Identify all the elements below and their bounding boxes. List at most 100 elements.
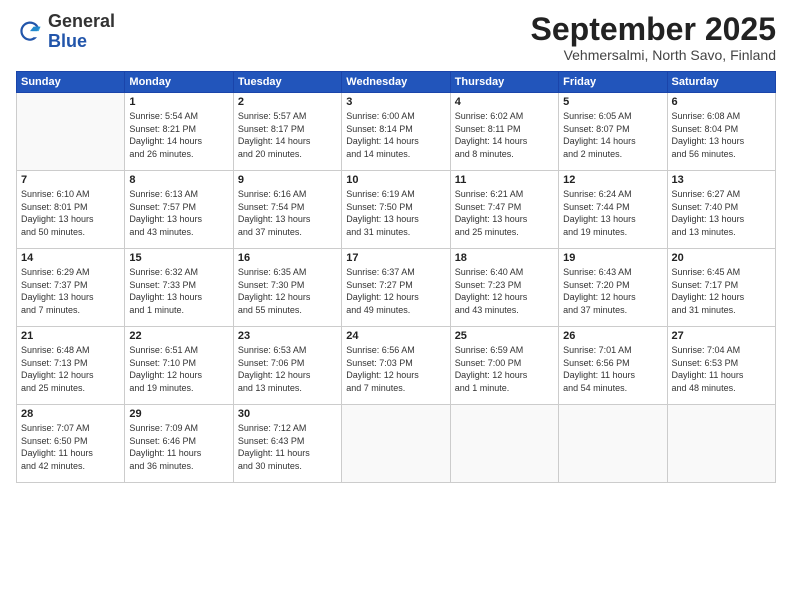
day-number: 28 <box>21 408 120 420</box>
day-number: 4 <box>455 96 554 108</box>
day-info: Sunrise: 5:57 AM Sunset: 8:17 PM Dayligh… <box>238 110 337 160</box>
day-number: 2 <box>238 96 337 108</box>
day-number: 26 <box>563 330 662 342</box>
day-info: Sunrise: 6:19 AM Sunset: 7:50 PM Dayligh… <box>346 188 445 238</box>
title-block: September 2025 Vehmersalmi, North Savo, … <box>531 12 776 63</box>
calendar-cell: 5Sunrise: 6:05 AM Sunset: 8:07 PM Daylig… <box>559 93 667 171</box>
month-title: September 2025 <box>531 12 776 47</box>
header-friday: Friday <box>559 72 667 93</box>
day-number: 30 <box>238 408 337 420</box>
header-monday: Monday <box>125 72 233 93</box>
day-number: 17 <box>346 252 445 264</box>
day-number: 7 <box>21 174 120 186</box>
calendar-cell: 29 Sunrise: 7:09 AM Sunset: 6:46 PM Dayli… <box>125 405 233 483</box>
day-number: 15 <box>129 252 228 264</box>
day-number: 21 <box>21 330 120 342</box>
day-number: 12 <box>563 174 662 186</box>
day-number: 13 <box>672 174 771 186</box>
header-saturday: Saturday <box>667 72 775 93</box>
calendar-cell: 1 Sunrise: 5:54 AM Sunset: 8:21 PM Daylig… <box>125 93 233 171</box>
day-info: Sunrise: 6:08 AM Sunset: 8:04 PM Dayligh… <box>672 110 771 160</box>
day-info: Sunrise: 6:48 AM Sunset: 7:13 PM Dayligh… <box>21 344 120 394</box>
day-number: 5 <box>563 96 662 108</box>
day-number: 22 <box>129 330 228 342</box>
calendar-cell: 2 Sunrise: 5:57 AM Sunset: 8:17 PM Daylig… <box>233 93 341 171</box>
day-info: Sunrise: 6:13 AM Sunset: 7:57 PM Dayligh… <box>129 188 228 238</box>
day-info: Sunrise: 6:56 AM Sunset: 7:03 PM Dayligh… <box>346 344 445 394</box>
calendar-cell: 12 Sunrise: 6:24 AM Sunset: 7:44 PM Dayli… <box>559 171 667 249</box>
day-info: Sunrise: 6:59 AM Sunset: 7:00 PM Dayligh… <box>455 344 554 394</box>
day-number: 11 <box>455 174 554 186</box>
day-info: Sunrise: 5:54 AM Sunset: 8:21 PM Dayligh… <box>129 110 228 160</box>
calendar-cell: 16Sunrise: 6:35 AM Sunset: 7:30 PM Dayli… <box>233 249 341 327</box>
calendar-cell: 19 Sunrise: 6:43 AM Sunset: 7:20 PM Dayli… <box>559 249 667 327</box>
logo-icon <box>16 18 44 46</box>
calendar-cell: 20 Sunrise: 6:45 AM Sunset: 7:17 PM Dayli… <box>667 249 775 327</box>
day-info: Sunrise: 6:16 AM Sunset: 7:54 PM Dayligh… <box>238 188 337 238</box>
calendar-cell: 27 Sunrise: 7:04 AM Sunset: 6:53 PM Dayli… <box>667 327 775 405</box>
day-info: Sunrise: 7:04 AM Sunset: 6:53 PM Dayligh… <box>672 344 771 394</box>
calendar-week-2: 7 Sunrise: 6:10 AM Sunset: 8:01 PM Daylig… <box>17 171 776 249</box>
calendar-cell: 9 Sunrise: 6:16 AM Sunset: 7:54 PM Daylig… <box>233 171 341 249</box>
day-number: 3 <box>346 96 445 108</box>
day-info: Sunrise: 7:12 AM Sunset: 6:43 PM Dayligh… <box>238 422 337 472</box>
calendar-cell: 24Sunrise: 6:56 AM Sunset: 7:03 PM Dayli… <box>342 327 450 405</box>
calendar: Sunday Monday Tuesday Wednesday Thursday… <box>16 71 776 483</box>
day-number: 14 <box>21 252 120 264</box>
calendar-cell: 23Sunrise: 6:53 AM Sunset: 7:06 PM Dayli… <box>233 327 341 405</box>
day-number: 10 <box>346 174 445 186</box>
calendar-week-3: 14Sunrise: 6:29 AM Sunset: 7:37 PM Dayli… <box>17 249 776 327</box>
calendar-cell: 30 Sunrise: 7:12 AM Sunset: 6:43 PM Dayli… <box>233 405 341 483</box>
calendar-cell <box>17 93 125 171</box>
calendar-cell <box>342 405 450 483</box>
day-number: 19 <box>563 252 662 264</box>
day-number: 18 <box>455 252 554 264</box>
calendar-cell: 4 Sunrise: 6:02 AM Sunset: 8:11 PM Daylig… <box>450 93 558 171</box>
calendar-week-4: 21 Sunrise: 6:48 AM Sunset: 7:13 PM Dayli… <box>17 327 776 405</box>
day-info: Sunrise: 6:02 AM Sunset: 8:11 PM Dayligh… <box>455 110 554 160</box>
calendar-cell: 25 Sunrise: 6:59 AM Sunset: 7:00 PM Dayli… <box>450 327 558 405</box>
calendar-cell: 8 Sunrise: 6:13 AM Sunset: 7:57 PM Daylig… <box>125 171 233 249</box>
day-info: Sunrise: 6:51 AM Sunset: 7:10 PM Dayligh… <box>129 344 228 394</box>
day-info: Sunrise: 6:53 AM Sunset: 7:06 PM Dayligh… <box>238 344 337 394</box>
day-info: Sunrise: 7:09 AM Sunset: 6:46 PM Dayligh… <box>129 422 228 472</box>
calendar-cell: 26 Sunrise: 7:01 AM Sunset: 6:56 PM Dayli… <box>559 327 667 405</box>
header-wednesday: Wednesday <box>342 72 450 93</box>
day-info: Sunrise: 6:10 AM Sunset: 8:01 PM Dayligh… <box>21 188 120 238</box>
day-number: 9 <box>238 174 337 186</box>
weekday-header-row: Sunday Monday Tuesday Wednesday Thursday… <box>17 72 776 93</box>
day-number: 8 <box>129 174 228 186</box>
calendar-cell: 3 Sunrise: 6:00 AM Sunset: 8:14 PM Daylig… <box>342 93 450 171</box>
day-info: Sunrise: 6:43 AM Sunset: 7:20 PM Dayligh… <box>563 266 662 316</box>
day-info: Sunrise: 6:32 AM Sunset: 7:33 PM Dayligh… <box>129 266 228 316</box>
day-info: Sunrise: 7:01 AM Sunset: 6:56 PM Dayligh… <box>563 344 662 394</box>
day-number: 27 <box>672 330 771 342</box>
logo: General Blue <box>16 12 115 52</box>
calendar-cell <box>450 405 558 483</box>
day-number: 25 <box>455 330 554 342</box>
day-number: 20 <box>672 252 771 264</box>
header-sunday: Sunday <box>17 72 125 93</box>
day-number: 29 <box>129 408 228 420</box>
calendar-cell: 21 Sunrise: 6:48 AM Sunset: 7:13 PM Dayli… <box>17 327 125 405</box>
day-info: Sunrise: 6:45 AM Sunset: 7:17 PM Dayligh… <box>672 266 771 316</box>
day-info: Sunrise: 6:37 AM Sunset: 7:27 PM Dayligh… <box>346 266 445 316</box>
day-info: Sunrise: 7:07 AM Sunset: 6:50 PM Dayligh… <box>21 422 120 472</box>
calendar-cell: 15 Sunrise: 6:32 AM Sunset: 7:33 PM Dayli… <box>125 249 233 327</box>
calendar-cell: 7 Sunrise: 6:10 AM Sunset: 8:01 PM Daylig… <box>17 171 125 249</box>
day-number: 1 <box>129 96 228 108</box>
day-info: Sunrise: 6:24 AM Sunset: 7:44 PM Dayligh… <box>563 188 662 238</box>
logo-general-text: General <box>48 11 115 31</box>
calendar-cell: 28 Sunrise: 7:07 AM Sunset: 6:50 PM Dayli… <box>17 405 125 483</box>
calendar-cell: 10 Sunrise: 6:19 AM Sunset: 7:50 PM Dayli… <box>342 171 450 249</box>
logo-blue-text: Blue <box>48 31 87 51</box>
calendar-cell: 17 Sunrise: 6:37 AM Sunset: 7:27 PM Dayli… <box>342 249 450 327</box>
location: Vehmersalmi, North Savo, Finland <box>531 47 776 63</box>
calendar-cell: 6Sunrise: 6:08 AM Sunset: 8:04 PM Daylig… <box>667 93 775 171</box>
calendar-cell <box>559 405 667 483</box>
calendar-week-5: 28 Sunrise: 7:07 AM Sunset: 6:50 PM Dayli… <box>17 405 776 483</box>
day-info: Sunrise: 6:35 AM Sunset: 7:30 PM Dayligh… <box>238 266 337 316</box>
day-info: Sunrise: 6:27 AM Sunset: 7:40 PM Dayligh… <box>672 188 771 238</box>
day-info: Sunrise: 6:00 AM Sunset: 8:14 PM Dayligh… <box>346 110 445 160</box>
calendar-cell: 11Sunrise: 6:21 AM Sunset: 7:47 PM Dayli… <box>450 171 558 249</box>
